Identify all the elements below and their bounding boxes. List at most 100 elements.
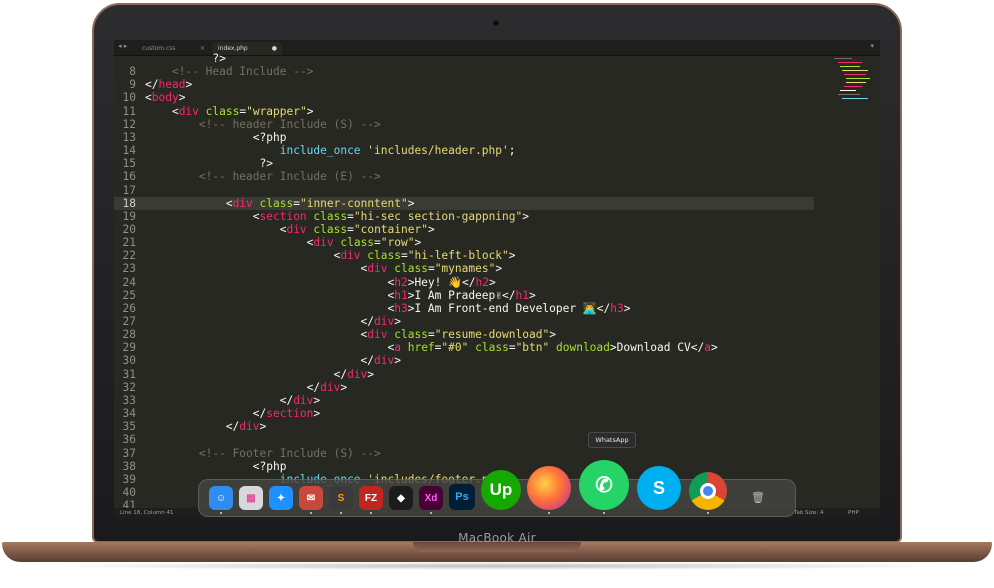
- code-token: <: [145, 249, 341, 263]
- code-token: <: [145, 341, 395, 355]
- launchpad-glyph: ▦: [246, 492, 256, 504]
- finder-icon[interactable]: ☺: [209, 486, 233, 510]
- code-line[interactable]: 22 <div class="hi-left-block">: [114, 249, 814, 262]
- code-token: >I Am Front-end Developer 👨‍💻</: [407, 301, 611, 315]
- code-line[interactable]: 37 <!-- Footer Include (S) -->: [114, 447, 814, 460]
- code-line[interactable]: 23 <div class="mynames">: [114, 262, 814, 275]
- minimap-line: [842, 98, 868, 99]
- code-token: <!-- header Include (E) -->: [198, 170, 381, 184]
- code-token: >I Am Pradeep✌</: [407, 288, 516, 302]
- code-token: download: [556, 341, 610, 355]
- code-line[interactable]: 10 <body>: [114, 91, 814, 104]
- whatsapp-icon[interactable]: ✆: [579, 460, 629, 510]
- cursor-position[interactable]: Line 18, Column 41: [120, 508, 174, 518]
- line-number: 21: [122, 236, 136, 250]
- code-line[interactable]: 15 ?>: [114, 157, 814, 170]
- upwork-glyph: Up: [489, 480, 513, 499]
- code-line[interactable]: 9 </head>: [114, 78, 814, 91]
- running-indicator: [430, 512, 432, 514]
- code-line[interactable]: 17: [114, 184, 814, 197]
- safari-icon[interactable]: ✦: [269, 486, 293, 510]
- safari-glyph: ✦: [276, 492, 286, 504]
- code-line[interactable]: 8 <!-- Head Include -->: [114, 65, 814, 78]
- syntax-mode[interactable]: PHP: [848, 508, 859, 518]
- chrome-icon[interactable]: [689, 472, 727, 510]
- minimap[interactable]: [832, 56, 872, 106]
- code-line[interactable]: 11 <div class="wrapper">: [114, 105, 814, 118]
- line-number: 33: [122, 393, 136, 407]
- code-token: >: [313, 407, 321, 421]
- minimap-line: [840, 66, 860, 67]
- code-line[interactable]: 38 <?php: [114, 460, 814, 473]
- code-line[interactable]: 34 </section>: [114, 407, 814, 420]
- launchpad-icon[interactable]: ▦: [239, 486, 263, 510]
- code-line[interactable]: 24 <h2>Hey! 👋</h2>: [114, 276, 814, 289]
- code-token: >: [528, 288, 536, 302]
- code-token: >: [340, 380, 348, 394]
- code-line[interactable]: 28 <div class="resume-download">: [114, 328, 814, 341]
- code-token: =: [347, 209, 354, 223]
- code-token: 'includes/header.php': [367, 144, 509, 158]
- line-number: 17: [122, 183, 136, 197]
- line-number: 8: [129, 65, 136, 79]
- tab-nav-arrows-icon[interactable]: ◂ ▸: [118, 42, 127, 50]
- mail-icon[interactable]: ✉: [299, 486, 323, 510]
- code-line[interactable]: 13 <?php: [114, 131, 814, 144]
- code-line[interactable]: 30 </div>: [114, 354, 814, 367]
- code-token: a: [704, 341, 711, 355]
- code-line[interactable]: 18 <div class="inner-conntent">: [114, 196, 814, 210]
- filezilla-icon[interactable]: FZ: [359, 486, 383, 510]
- skype-icon[interactable]: S: [637, 466, 681, 510]
- minimap-line: [844, 86, 862, 87]
- upwork-icon[interactable]: Up: [481, 470, 521, 510]
- code-line[interactable]: 12 <!-- header Include (S) -->: [114, 118, 814, 131]
- running-indicator: [340, 512, 342, 514]
- code-token: a: [394, 341, 401, 355]
- code-token: "btn": [515, 341, 550, 355]
- code-line[interactable]: 36: [114, 433, 814, 446]
- code-line[interactable]: 27 </div>: [114, 315, 814, 328]
- trash-icon[interactable]: 🗑: [745, 484, 771, 510]
- adobe-xd-icon[interactable]: Xd: [419, 486, 443, 510]
- whatsapp-glyph: ✆: [595, 473, 613, 497]
- code-line[interactable]: 35 </div>: [114, 420, 814, 433]
- code-token: =: [347, 222, 354, 236]
- screen: ◂ ▸ custom.css × index.php ● ▾ ?> 8 <!-- …: [114, 40, 880, 518]
- code-line[interactable]: ?>: [114, 52, 814, 65]
- code-line[interactable]: 29 <a href="#0" class="btn" download>Dow…: [114, 341, 814, 354]
- code-line[interactable]: 26 <h3>I Am Front-end Developer 👨‍💻</h3>: [114, 302, 814, 315]
- code-line[interactable]: 25 <h1>I Am Pradeep✌</h1>: [114, 289, 814, 302]
- code-line[interactable]: 33 </div>: [114, 394, 814, 407]
- minimap-line: [842, 70, 868, 71]
- code-line[interactable]: 19 <section class="hi-sec section-gappni…: [114, 210, 814, 223]
- code-line[interactable]: 16 <!-- header Include (E) -->: [114, 170, 814, 183]
- code-token: <: [145, 275, 395, 289]
- line-number: 34: [122, 407, 136, 421]
- firefox-icon[interactable]: [527, 466, 571, 510]
- code-token: "wrapper": [246, 104, 307, 118]
- sublime-text-icon[interactable]: S: [329, 486, 353, 510]
- code-line[interactable]: 32 </div>: [114, 381, 814, 394]
- line-number: 12: [122, 117, 136, 131]
- minimap-line: [838, 94, 860, 95]
- code-token: "hi-left-block": [407, 249, 509, 263]
- photoshop-icon[interactable]: Ps: [449, 484, 475, 510]
- code-token: class: [367, 249, 401, 263]
- code-token: div: [239, 420, 260, 434]
- code-line[interactable]: 31 </div>: [114, 368, 814, 381]
- code-line[interactable]: 21 <div class="row">: [114, 236, 814, 249]
- code-token: </: [145, 380, 321, 394]
- tab-size[interactable]: Tab Size: 4: [794, 508, 823, 518]
- code-line[interactable]: 20 <div class="container">: [114, 223, 814, 236]
- code-token: h2: [475, 275, 490, 289]
- sketch-icon[interactable]: ◆: [389, 486, 413, 510]
- chrome-center-icon: [700, 483, 716, 499]
- code-line[interactable]: 14 include_once 'includes/header.php';: [114, 144, 814, 157]
- code-token: h1: [515, 288, 529, 302]
- tab-menu-icon[interactable]: ▾: [870, 42, 874, 50]
- line-number: 23: [122, 262, 136, 276]
- code-editor[interactable]: ?> 8 <!-- Head Include --> 9 </head> 10 <body…: [114, 52, 814, 512]
